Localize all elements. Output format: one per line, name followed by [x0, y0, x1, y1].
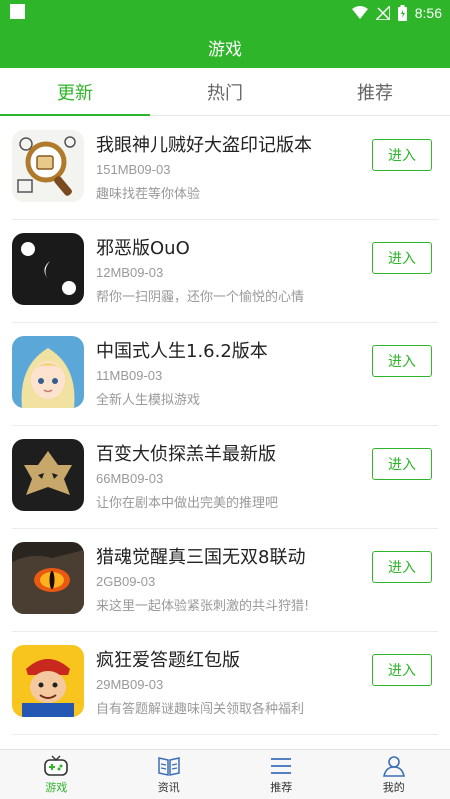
game-title: 我眼神儿贼好大盗印记版本: [96, 135, 312, 156]
game-icon: [12, 542, 84, 614]
game-description: 让你在剧本中做出完美的推理吧: [96, 496, 279, 511]
status-bar: 8:56: [0, 0, 450, 26]
enter-button[interactable]: 进入: [372, 654, 432, 686]
enter-button[interactable]: 进入: [372, 448, 432, 480]
game-description: 全新人生模拟游戏: [96, 393, 201, 408]
nav-profile[interactable]: 我的: [338, 750, 450, 799]
game-list: 我眼神儿贼好大盗印记版本 151MB09-03 趣味找茬等你体验 进入 邪恶版O…: [0, 117, 450, 735]
nav-label: 我的: [382, 780, 405, 794]
gamepad-icon: [44, 755, 69, 776]
clock: 8:56: [414, 5, 442, 21]
battery-icon: [397, 5, 407, 21]
wifi-icon: [351, 6, 368, 19]
list-item[interactable]: 中国式人生1.6.2版本 11MB09-03 全新人生模拟游戏 进入: [12, 323, 438, 426]
bottom-nav: 游戏 资讯 推荐 我的: [0, 749, 450, 799]
tab-recommended[interactable]: 推荐: [300, 68, 450, 115]
enter-button[interactable]: 进入: [372, 242, 432, 274]
tab-bar: 更新 热门 推荐: [0, 68, 450, 116]
enter-button[interactable]: 进入: [372, 551, 432, 583]
book-icon: [158, 756, 180, 776]
nav-games[interactable]: 游戏: [0, 750, 113, 799]
notification-icon: [10, 4, 25, 19]
nav-news[interactable]: 资讯: [113, 750, 226, 799]
game-icon: [12, 645, 84, 717]
game-title: 邪恶版OuO: [96, 238, 190, 259]
game-size-date: 29MB09-03: [96, 677, 164, 692]
tab-popular[interactable]: 热门: [150, 68, 300, 115]
game-size-date: 66MB09-03: [96, 471, 164, 486]
tab-updates[interactable]: 更新: [0, 68, 150, 116]
game-icon: [12, 130, 84, 202]
list-item[interactable]: 猎魂觉醒真三国无双8联动 2GB09-03 来这里一起体验紧张刺激的共斗狩猎! …: [12, 529, 438, 632]
game-icon: [12, 336, 84, 408]
game-description: 自有答题解谜趣味闯关领取各种福利: [96, 702, 305, 717]
game-title: 百变大侦探羔羊最新版: [96, 444, 276, 465]
game-description: 趣味找茬等你体验: [96, 187, 201, 202]
game-size-date: 2GB09-03: [96, 574, 156, 589]
list-item[interactable]: 邪恶版OuO 12MB09-03 帮你一扫阴霾，还你一个愉悦的心情 进入: [12, 220, 438, 323]
list-item[interactable]: 疯狂爱答题红包版 29MB09-03 自有答题解谜趣味闯关领取各种福利 进入: [12, 632, 438, 735]
list-icon: [271, 757, 292, 774]
person-icon: [382, 755, 405, 777]
list-item[interactable]: 百变大侦探羔羊最新版 66MB09-03 让你在剧本中做出完美的推理吧 进入: [12, 426, 438, 529]
app-bar: 游戏: [0, 26, 450, 68]
game-title: 中国式人生1.6.2版本: [96, 341, 268, 362]
game-icon: [12, 233, 84, 305]
game-description: 帮你一扫阴霾，还你一个愉悦的心情: [96, 290, 305, 305]
nav-label: 资讯: [157, 780, 180, 794]
game-title: 疯狂爱答题红包版: [96, 650, 240, 671]
enter-button[interactable]: 进入: [372, 139, 432, 171]
status-icons: 8:56: [351, 3, 442, 23]
no-signal-icon: [375, 6, 390, 20]
nav-label: 推荐: [270, 780, 293, 794]
game-size-date: 12MB09-03: [96, 265, 164, 280]
nav-label: 游戏: [45, 780, 68, 794]
game-size-date: 11MB09-03: [96, 368, 163, 383]
nav-recommend[interactable]: 推荐: [225, 750, 338, 799]
game-title: 猎魂觉醒真三国无双8联动: [96, 547, 306, 568]
game-description: 来这里一起体验紧张刺激的共斗狩猎!: [96, 599, 310, 614]
enter-button[interactable]: 进入: [372, 345, 432, 377]
game-size-date: 151MB09-03: [96, 162, 171, 177]
list-item[interactable]: 我眼神儿贼好大盗印记版本 151MB09-03 趣味找茬等你体验 进入: [12, 117, 438, 220]
page-title: 游戏: [208, 39, 242, 60]
game-icon: [12, 439, 84, 511]
